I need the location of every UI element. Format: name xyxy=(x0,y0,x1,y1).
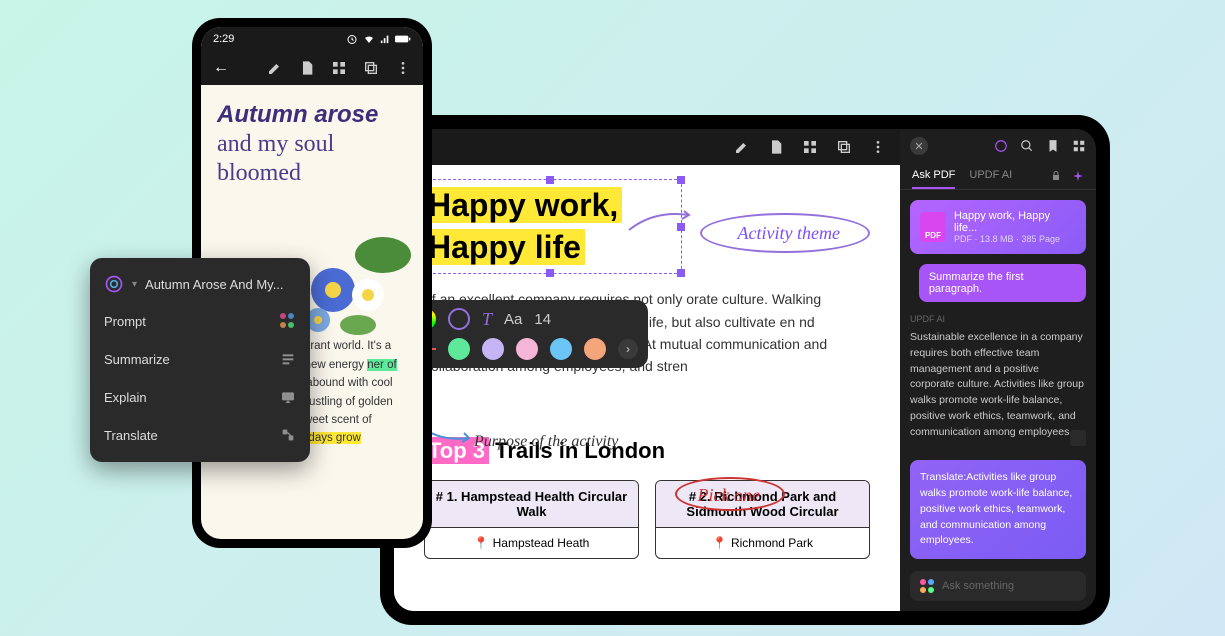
color-pink[interactable] xyxy=(516,338,538,360)
tablet-main-area: Happy work, Happy life Activity theme xyxy=(394,129,900,611)
prompt-icon[interactable] xyxy=(920,579,934,593)
pen-icon[interactable] xyxy=(267,60,283,76)
menu-item-summarize[interactable]: Summarize xyxy=(90,340,310,378)
grid-icon[interactable] xyxy=(802,139,818,155)
tab-ask-pdf[interactable]: Ask PDF xyxy=(912,163,955,189)
alarm-icon xyxy=(346,33,358,45)
copy-icon[interactable] xyxy=(836,139,852,155)
translate-icon xyxy=(280,427,296,443)
tablet-screen: Happy work, Happy life Activity theme xyxy=(394,129,1096,611)
purpose-annotation: Purpose of the activity xyxy=(474,433,618,451)
battery-icon xyxy=(395,34,411,44)
ai-user-message: Summarize the first paragraph. xyxy=(919,264,1086,302)
stroke-color-icon[interactable] xyxy=(448,308,470,330)
menu-item-prompt[interactable]: Prompt xyxy=(90,302,310,340)
arrow-annotation xyxy=(624,205,694,235)
trail-title: # 1. Hampstead Health Circular Walk xyxy=(425,481,638,528)
menu-item-translate[interactable]: Translate xyxy=(90,416,310,454)
color-blue[interactable] xyxy=(550,338,572,360)
back-icon[interactable]: ← xyxy=(213,59,229,77)
ai-translate-bubble: Translate:Activities like group walks pr… xyxy=(910,460,1086,559)
bookmark-icon[interactable] xyxy=(1046,139,1060,153)
color-lavender[interactable] xyxy=(482,338,504,360)
color-orange[interactable] xyxy=(584,338,606,360)
file-icon[interactable] xyxy=(299,60,315,76)
phone-title: Autumn arose and my soul bloomed xyxy=(217,101,407,187)
ai-logo-icon[interactable] xyxy=(994,139,1008,153)
pin-icon: 📍 xyxy=(712,536,727,550)
italic-icon[interactable]: T xyxy=(482,309,492,330)
trail-location: 📍Hampstead Heath xyxy=(425,528,638,558)
popup-header[interactable]: ▾ Autumn Arose And My... xyxy=(90,266,310,302)
trail-card-1[interactable]: # 1. Hampstead Health Circular Walk 📍Ham… xyxy=(424,480,639,559)
ai-tabs: Ask PDF UPDF AI xyxy=(900,163,1096,190)
file-icon[interactable] xyxy=(768,139,784,155)
ai-input-placeholder: Ask something xyxy=(942,580,1014,592)
headline-selection[interactable]: Happy work, Happy life xyxy=(424,185,622,268)
phone-status-bar: 2:29 xyxy=(201,27,423,51)
menu-item-explain[interactable]: Explain xyxy=(90,378,310,416)
color-green[interactable] xyxy=(448,338,470,360)
tablet-toolbar xyxy=(394,129,900,165)
headline-line2: Happy life xyxy=(424,229,585,265)
formatting-toolbar[interactable]: T Aa 14 › xyxy=(404,300,648,368)
explain-icon xyxy=(280,389,296,405)
ai-context-menu: ▾ Autumn Arose And My... Prompt Summariz… xyxy=(90,258,310,462)
sparkle-icon[interactable] xyxy=(1072,170,1084,182)
summarize-icon xyxy=(280,351,296,367)
tab-updf-ai[interactable]: UPDF AI xyxy=(969,163,1012,189)
pen-icon[interactable] xyxy=(734,139,750,155)
ai-panel-header: ✕ xyxy=(900,129,1096,163)
status-icons xyxy=(346,33,411,45)
more-colors-icon[interactable]: › xyxy=(618,339,638,359)
trails-row: # 1. Hampstead Health Circular Walk 📍Ham… xyxy=(424,480,870,559)
ai-response: Sustainable excellence in a company requ… xyxy=(910,330,1086,440)
font-label[interactable]: Aa xyxy=(504,311,522,328)
ai-file-title: Happy work, Happy life... xyxy=(954,210,1076,234)
chevron-down-icon: ▾ xyxy=(132,279,137,290)
phone-toolbar: ← xyxy=(201,51,423,85)
more-icon[interactable] xyxy=(395,60,411,76)
grid-icon[interactable] xyxy=(1072,139,1086,153)
trail-location: 📍Richmond Park xyxy=(656,528,869,558)
ai-input[interactable]: Ask something xyxy=(910,571,1086,601)
popup-title: Autumn Arose And My... xyxy=(145,277,284,292)
ai-section-label: UPDF AI xyxy=(910,302,1086,324)
ai-file-meta: PDF · 13.8 MB · 385 Page xyxy=(954,234,1076,244)
pdf-badge-icon: PDF xyxy=(920,212,946,242)
copy-icon[interactable] xyxy=(363,60,379,76)
tablet-device: Happy work, Happy life Activity theme xyxy=(380,115,1110,625)
grid-icon[interactable] xyxy=(331,60,347,76)
headline-line1: Happy work, xyxy=(424,187,622,223)
ai-file-card[interactable]: PDF Happy work, Happy life... PDF · 13.8… xyxy=(910,200,1086,254)
close-icon[interactable]: ✕ xyxy=(910,137,928,155)
font-size[interactable]: 14 xyxy=(534,311,551,328)
copy-icon[interactable] xyxy=(1070,430,1086,446)
ai-body: PDF Happy work, Happy life... PDF · 13.8… xyxy=(900,190,1096,561)
document-content: Happy work, Happy life Activity theme xyxy=(394,165,900,611)
ai-panel: ✕ Ask PDF UPDF AI PDF xyxy=(900,129,1096,611)
pin-icon: 📍 xyxy=(474,536,489,550)
pick-one-annotation: Pick one xyxy=(698,485,760,506)
lock-icon[interactable] xyxy=(1050,170,1062,182)
search-icon[interactable] xyxy=(1020,139,1034,153)
signal-icon xyxy=(380,33,390,45)
wifi-icon xyxy=(363,33,375,45)
activity-theme-annotation: Activity theme xyxy=(738,223,840,244)
status-time: 2:29 xyxy=(213,33,234,45)
prompt-dots-icon xyxy=(280,313,296,329)
updf-logo-icon xyxy=(104,274,124,294)
more-icon[interactable] xyxy=(870,139,886,155)
